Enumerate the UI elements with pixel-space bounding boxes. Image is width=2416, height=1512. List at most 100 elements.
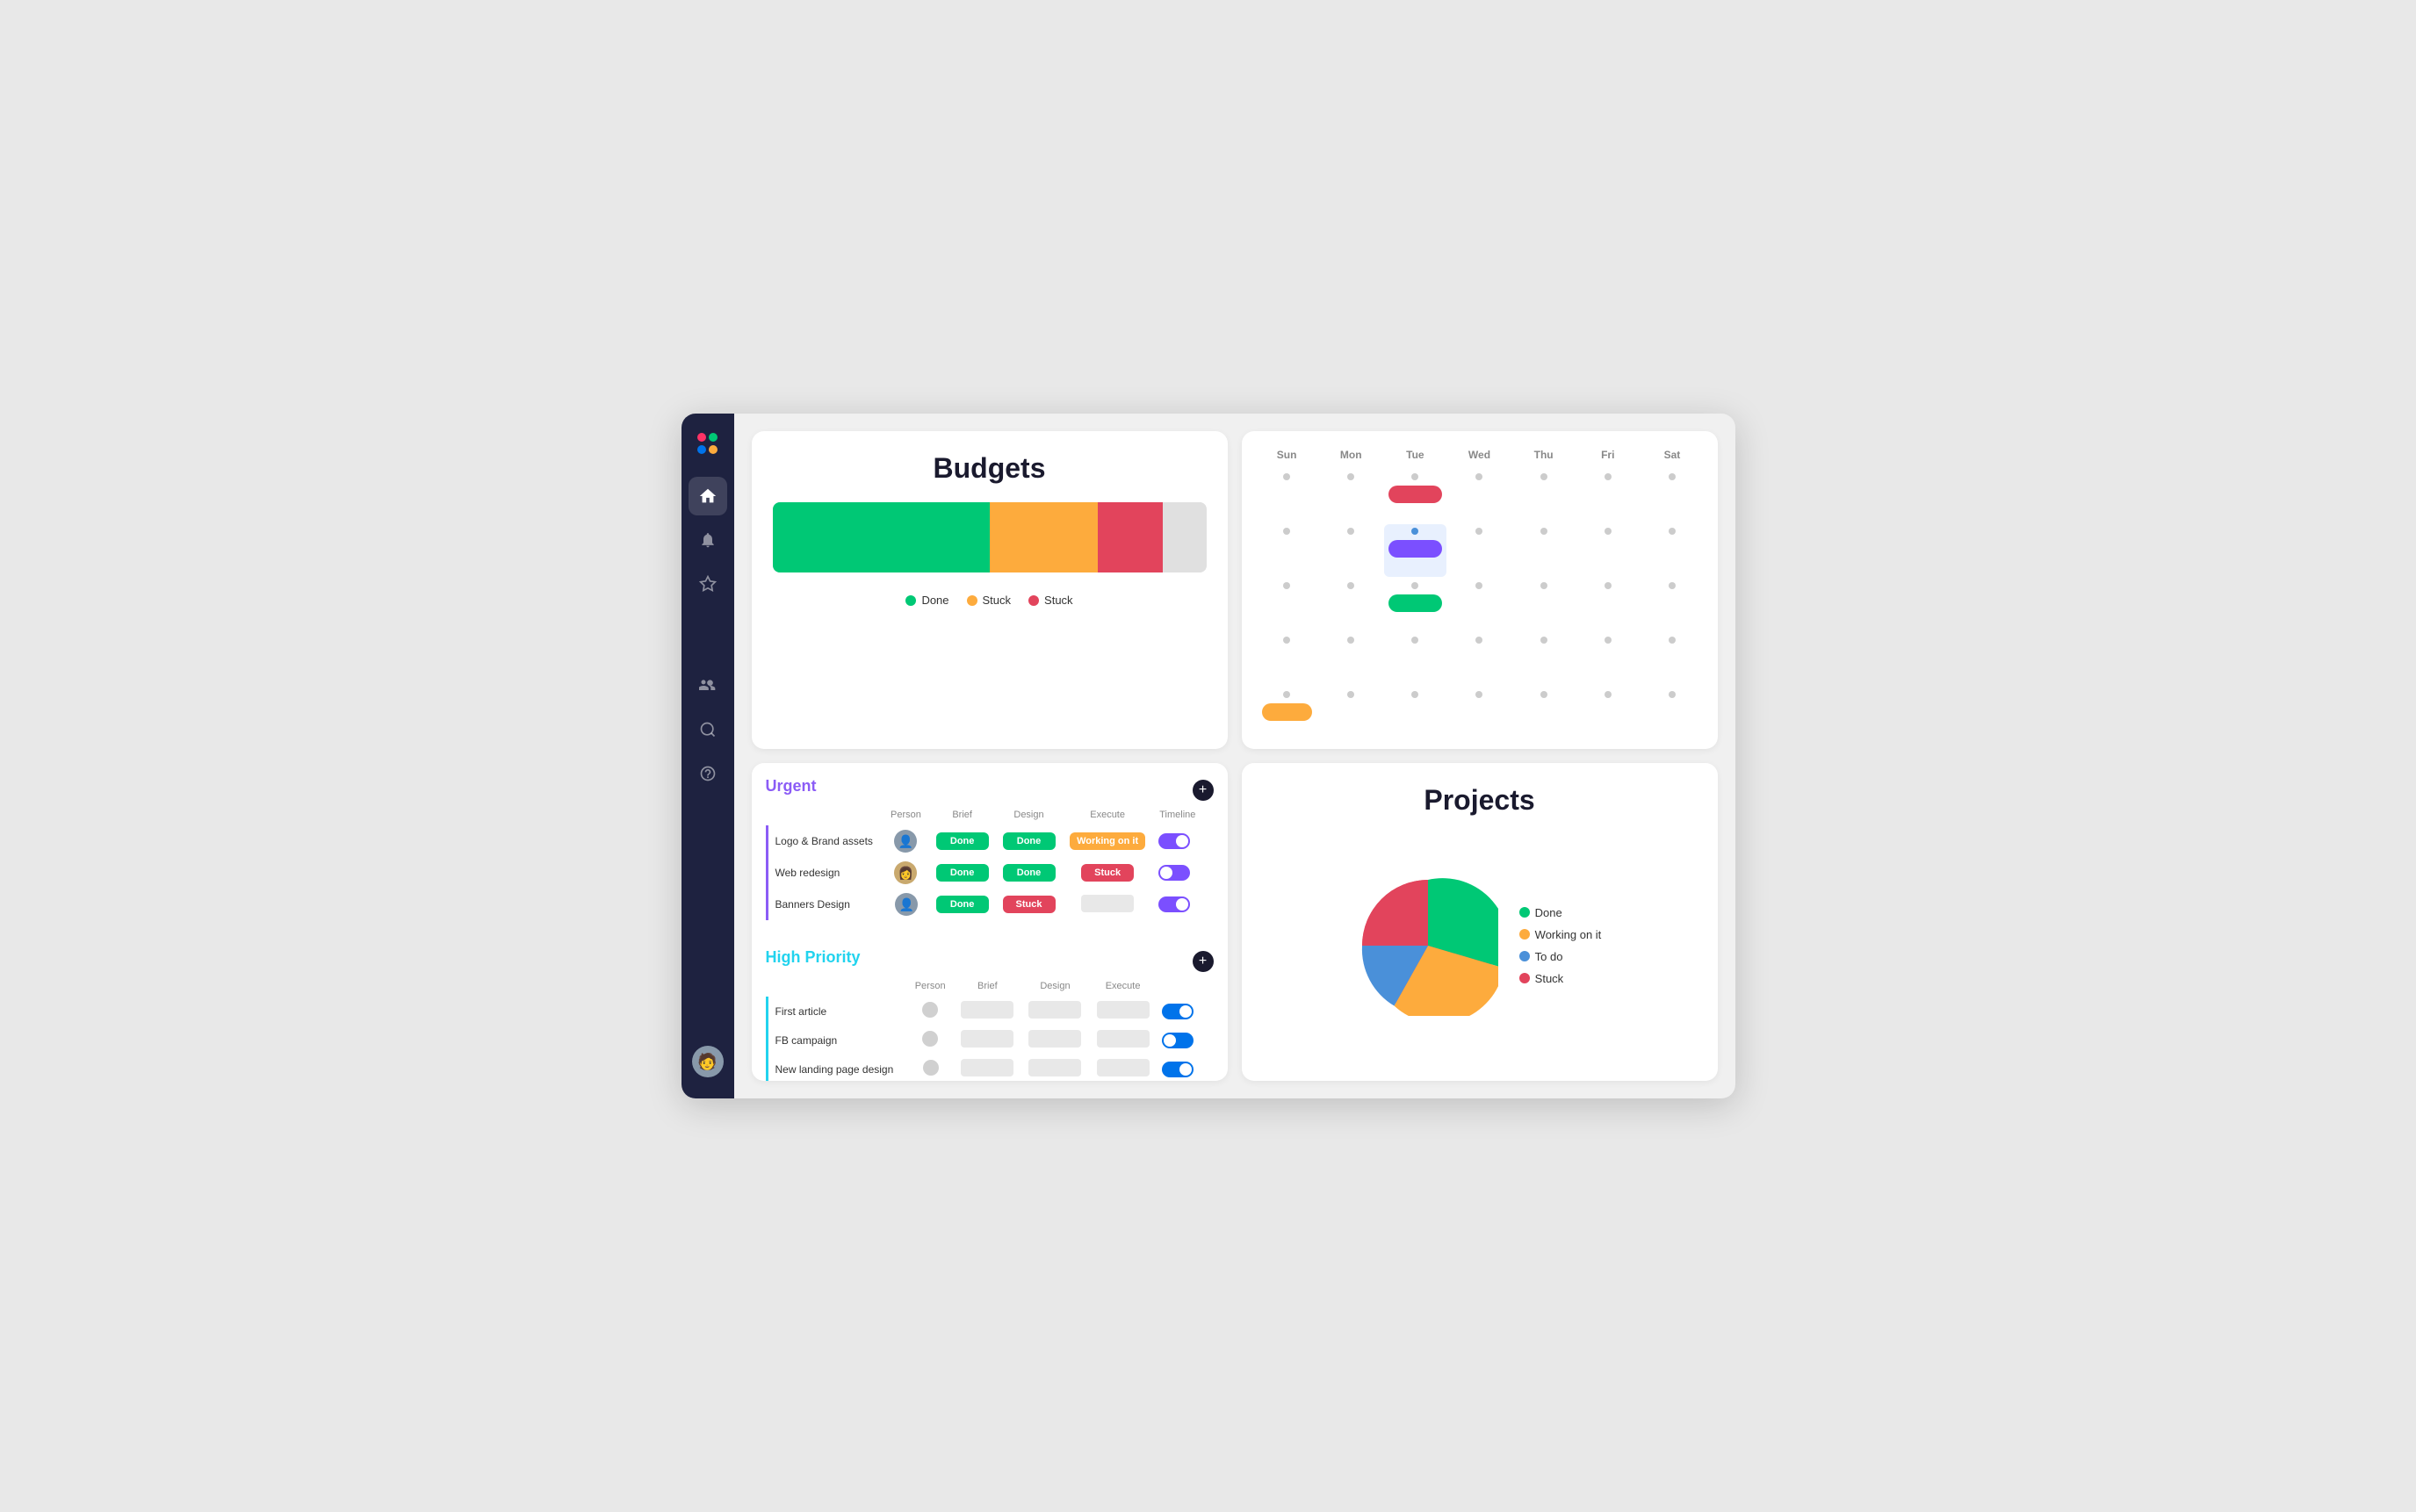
budget-segment-green [773,502,990,572]
cal-cell-r1-wed[interactable] [1448,470,1511,522]
projects-body: Done Working on it To do Stuck [1263,831,1697,1060]
avatar[interactable]: 🧑 [692,1046,724,1077]
cal-cell-r1-fri[interactable] [1576,470,1639,522]
cal-cell-r4-tue[interactable] [1384,633,1446,686]
status-badge: Stuck [1081,864,1134,882]
cal-cell-r1-sun[interactable] [1256,470,1318,522]
legend-dot-green [905,595,916,606]
cal-cell-r5-wed[interactable] [1448,688,1511,740]
task-person-hp [908,997,954,1026]
legend-dot-stuck [1519,973,1530,983]
budgets-card: Budgets Done Stuck Stuck [752,431,1228,749]
budget-segment-orange [990,502,1099,572]
urgent-add-button[interactable]: + [1193,780,1214,801]
cal-cell-r4-fri[interactable] [1576,633,1639,686]
cal-header-thu: Thu [1512,445,1575,468]
legend-done: Done [905,594,948,607]
cal-cell-r3-sun[interactable] [1256,579,1318,631]
cal-header-tue: Tue [1384,445,1446,468]
task-person: 👤 [884,889,929,920]
logo[interactable] [692,428,724,459]
cal-cell-r2-thu[interactable] [1512,524,1575,577]
cal-cell-r2-mon[interactable] [1320,524,1382,577]
cal-cell-r5-thu[interactable] [1512,688,1575,740]
task-execute [1062,889,1152,920]
sidebar-item-search[interactable] [689,710,727,749]
table-row: Banners Design 👤 Done Stuck [767,889,1214,920]
cal-cell-r3-fri[interactable] [1576,579,1639,631]
legend-stuck-orange-label: Stuck [983,594,1012,607]
cal-cell-r5-tue[interactable] [1384,688,1446,740]
sidebar-item-help[interactable] [689,754,727,793]
task-name: Logo & Brand assets [767,825,884,857]
legend-dot-todo [1519,951,1530,961]
toggle-blue-half[interactable] [1162,1033,1194,1048]
status-badge: Working on it [1070,832,1145,850]
cal-cell-r3-tue[interactable] [1384,579,1446,631]
th-person-hp: Person [908,977,954,997]
sidebar-item-bell[interactable] [689,521,727,559]
toggle-purple[interactable] [1158,896,1190,912]
cal-cell-r2-sat[interactable] [1641,524,1703,577]
legend-projects-done-label: Done [1535,906,1562,919]
cal-cell-r1-sat[interactable] [1641,470,1703,522]
cal-dot [1347,473,1354,480]
toggle-blue[interactable] [1162,1004,1194,1019]
empty-cell [1081,895,1134,912]
cal-cell-r3-wed[interactable] [1448,579,1511,631]
task-extra [1202,825,1214,857]
cal-cell-r5-sun[interactable] [1256,688,1318,740]
legend-projects-done: Done [1519,906,1602,919]
task-execute-hp [1089,1055,1157,1081]
cal-cell-r1-mon[interactable] [1320,470,1382,522]
task-design-hp [1021,997,1089,1026]
cal-event-green [1388,594,1441,612]
cal-cell-r2-tue[interactable] [1384,524,1446,577]
cal-cell-r3-sat[interactable] [1641,579,1703,631]
cal-cell-r4-thu[interactable] [1512,633,1575,686]
high-priority-add-button[interactable]: + [1193,951,1214,972]
sidebar-item-home[interactable] [689,477,727,515]
cal-cell-r5-mon[interactable] [1320,688,1382,740]
legend-projects-todo: To do [1519,950,1602,963]
cal-cell-r1-tue[interactable] [1384,470,1446,522]
sidebar-item-people[interactable] [689,666,727,705]
toggle-purple-half[interactable] [1158,865,1190,881]
th-execute-hp: Execute [1089,977,1157,997]
cal-cell-r4-sun[interactable] [1256,633,1318,686]
cal-cell-r2-wed[interactable] [1448,524,1511,577]
legend-stuck-red: Stuck [1028,594,1073,607]
task-brief: Done [929,857,996,889]
logo-dot-green [709,433,718,442]
task-name: FB campaign [767,1026,908,1055]
cal-dot [1347,528,1354,535]
cal-cell-r5-sat[interactable] [1641,688,1703,740]
sidebar-item-star[interactable] [689,565,727,603]
cal-dot [1669,637,1676,644]
cal-cell-r4-wed[interactable] [1448,633,1511,686]
budget-segment-gray [1163,502,1206,572]
cal-cell-r3-thu[interactable] [1512,579,1575,631]
th-brief-hp: Brief [954,977,1021,997]
toggle-purple[interactable] [1158,833,1190,849]
sidebar-bottom: 🧑 [692,1046,724,1084]
empty-cell [1097,1001,1150,1019]
cal-cell-r4-sat[interactable] [1641,633,1703,686]
th-extra-hp [1202,977,1214,997]
table-row: First article [767,997,1214,1026]
cal-cell-r4-mon[interactable] [1320,633,1382,686]
cal-cell-r3-mon[interactable] [1320,579,1382,631]
cal-cell-r5-fri[interactable] [1576,688,1639,740]
cal-dot [1605,691,1612,698]
cal-dot [1669,528,1676,535]
toggle-blue[interactable] [1162,1062,1194,1077]
legend-dot-working [1519,929,1530,940]
cal-header-wed: Wed [1448,445,1511,468]
cal-cell-r1-thu[interactable] [1512,470,1575,522]
projects-card: Projects [1242,763,1718,1081]
cal-cell-r2-sun[interactable] [1256,524,1318,577]
task-execute-hp [1089,997,1157,1026]
cal-dot [1283,528,1290,535]
logo-dot-blue [697,445,706,454]
cal-cell-r2-fri[interactable] [1576,524,1639,577]
